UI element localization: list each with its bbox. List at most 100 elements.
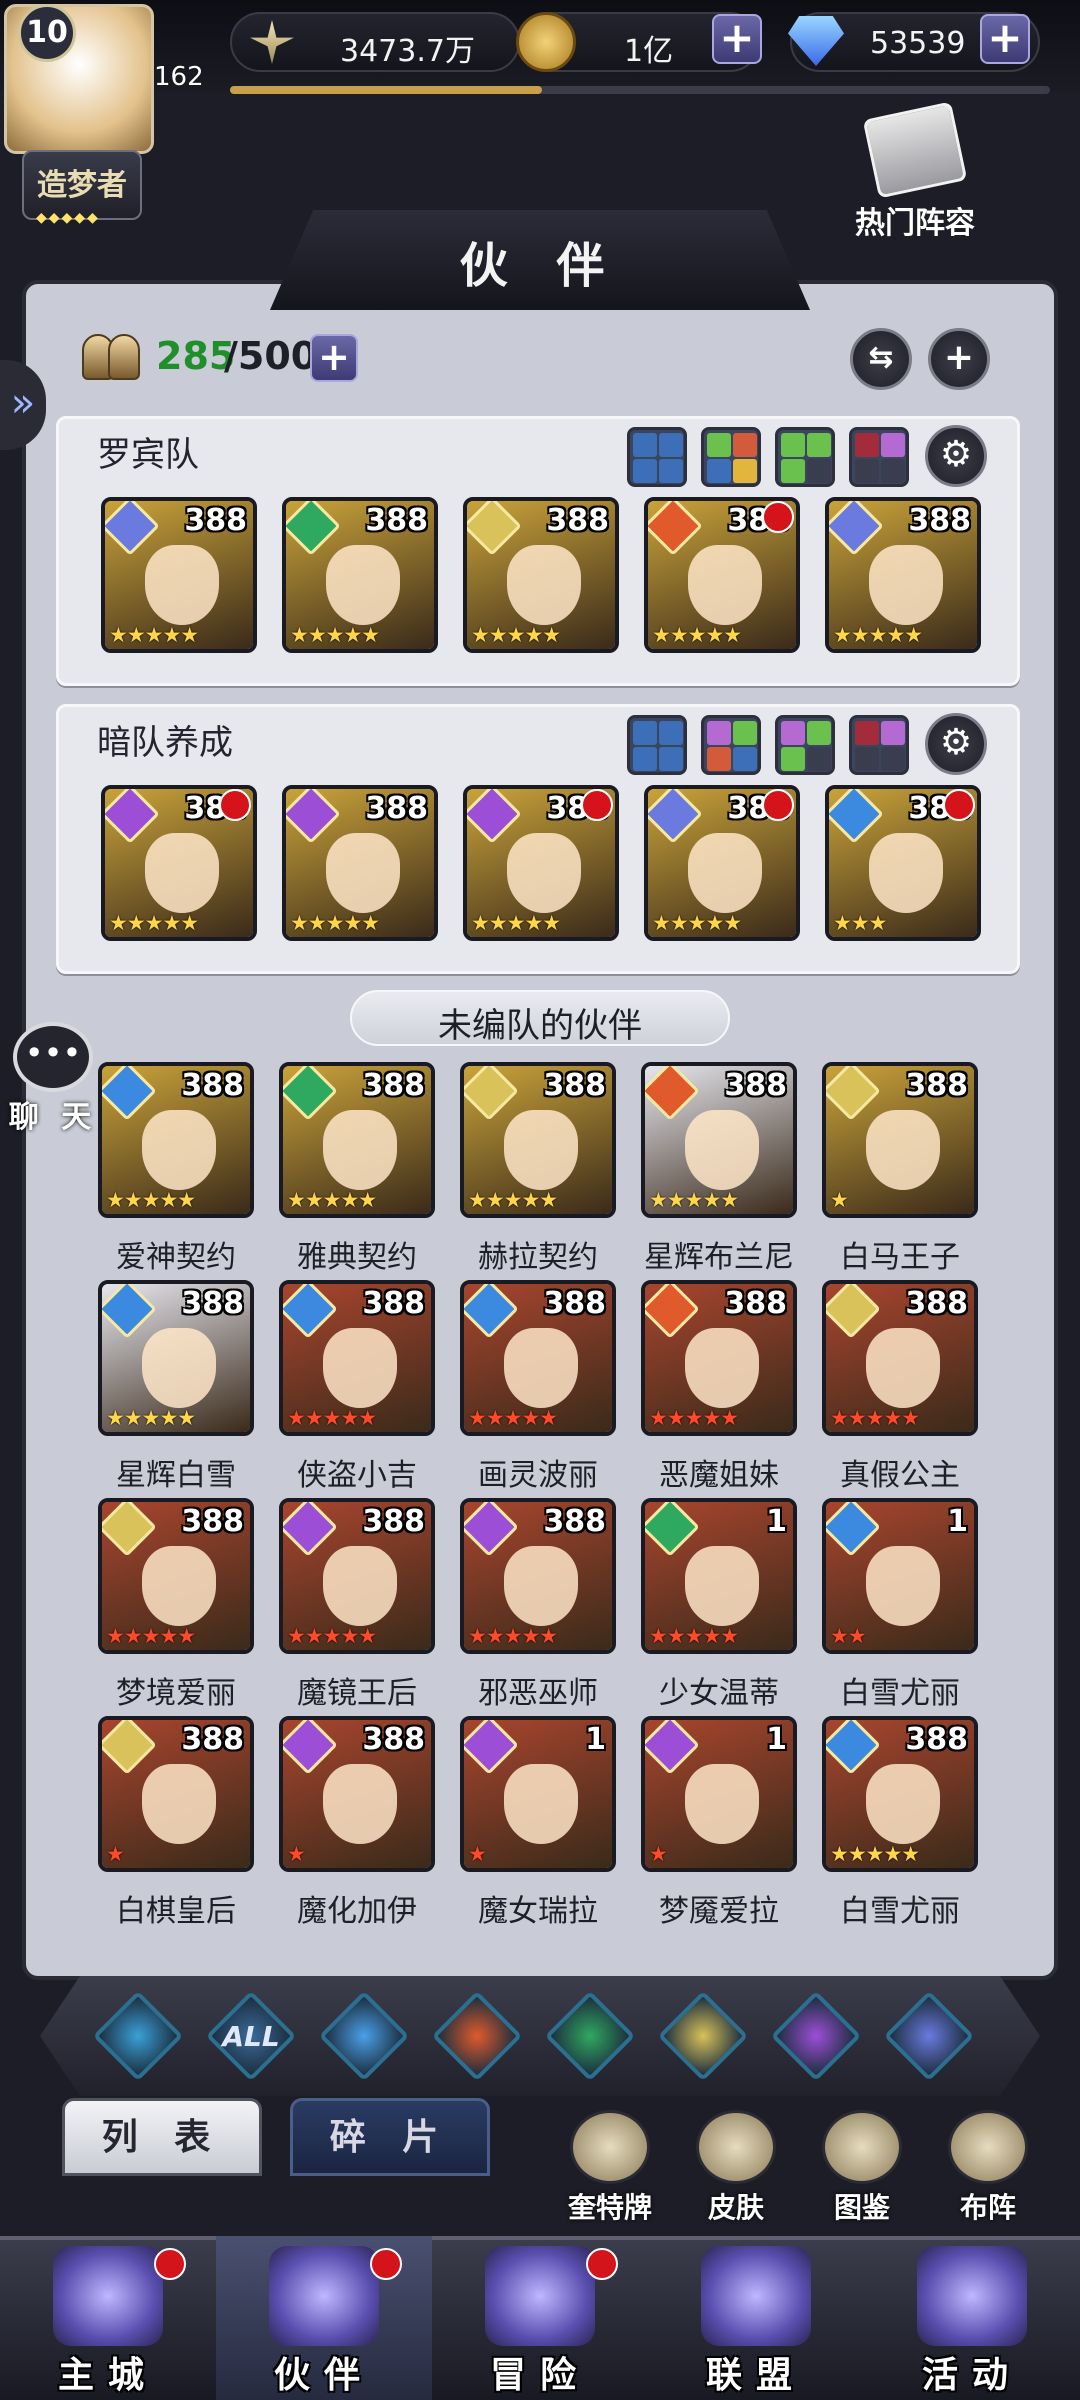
hero-name: 魔镜王后 [297, 1676, 417, 1711]
partners-icon [82, 330, 144, 382]
hero-card[interactable]: 1 ★ [460, 1716, 616, 1872]
skins-button[interactable]: 皮肤 [676, 2110, 796, 2226]
hero-level: 388 [181, 1504, 244, 1539]
tab-shards[interactable]: 碎 片 [290, 2098, 490, 2176]
hero-level: 388 [908, 503, 971, 538]
hero-card[interactable]: 1 ★ [641, 1716, 797, 1872]
formation-icon[interactable] [775, 427, 835, 487]
hero-level: 388 [543, 1068, 606, 1103]
team-settings-button[interactable]: ⚙ [925, 713, 987, 775]
hot-lineup-button[interactable]: 热门阵容 [830, 101, 1000, 250]
hero-level: 388 [543, 1504, 606, 1539]
swap-button[interactable]: ⇆ [850, 328, 912, 390]
hero-card[interactable]: 388 ★★★★★ [282, 785, 438, 941]
formation-icon[interactable] [701, 715, 761, 775]
power-value: 3473.7万 [340, 34, 475, 69]
hero-level: 388 [362, 1286, 425, 1321]
hero-card[interactable]: 388 ★ [822, 1062, 978, 1218]
hero-stars: ★★★★★ [830, 1842, 920, 1866]
nav-alliance-label: 联盟 [705, 2355, 806, 2396]
nav-main-city[interactable]: 主城 [0, 2236, 216, 2400]
add-team-button[interactable]: + [928, 328, 990, 390]
hero-stars: ★★★★★ [287, 1188, 377, 1212]
hero-stars: ★★★★★ [109, 911, 199, 935]
experience-bar [230, 86, 1050, 94]
hero-level: 388 [362, 1504, 425, 1539]
hero-stars: ★★★★★ [290, 623, 380, 647]
team-name: 罗宾队 [97, 435, 199, 475]
nav-adventure[interactable]: 冒险 [432, 2236, 648, 2400]
hero-card[interactable]: 388 ★★★★★ [460, 1062, 616, 1218]
hero-level: 388 [184, 503, 247, 538]
hero-card[interactable]: 388 ★★★★★ [98, 1062, 254, 1218]
hero-stars: ★★ [830, 1624, 867, 1648]
hero-card[interactable]: 388 ★★★★★ [641, 1062, 797, 1218]
hero-card[interactable]: 388 ★★★★★ [644, 497, 800, 653]
gold-value: 1亿 [624, 34, 674, 69]
team-block: 暗队养成 ⚙ 388 ★★★★★ 388 ★★★★★ 388 ★★★★★ 388 ★★★★★ 388… [56, 704, 1020, 974]
hero-name: 魔女瑞拉 [478, 1894, 598, 1929]
hero-card[interactable]: 388 ★★★★★ [98, 1498, 254, 1654]
events-icon [917, 2246, 1027, 2346]
add-gold-button[interactable]: + [712, 14, 762, 64]
hero-card[interactable]: 388 ★★★★★ [822, 1280, 978, 1436]
nav-alliance[interactable]: 联盟 [648, 2236, 864, 2400]
hero-card[interactable]: 388 ★★★★★ [279, 1498, 435, 1654]
hero-name: 画灵波丽 [478, 1458, 598, 1493]
hero-stars: ★★★★★ [290, 911, 380, 935]
formation-icon[interactable] [849, 715, 909, 775]
hero-level: 388 [543, 1286, 606, 1321]
adventure-icon [485, 2246, 595, 2346]
notification-dot [370, 2248, 402, 2280]
card-deck-label: 奎特牌 [567, 2191, 652, 2224]
notification-dot [154, 2248, 186, 2280]
hero-card[interactable]: 388 ★★★★★ [101, 497, 257, 653]
nav-events[interactable]: 活动 [864, 2236, 1080, 2400]
hero-card[interactable]: 388 ★★★★★ [822, 1716, 978, 1872]
formation-icon[interactable] [701, 427, 761, 487]
expand-capacity-button[interactable]: + [310, 334, 358, 382]
add-diamond-button[interactable]: + [980, 14, 1030, 64]
hero-card[interactable]: 388 ★★★★★ [463, 785, 619, 941]
hero-stars: ★★★★★ [649, 1188, 739, 1212]
power-pill: 3473.7万 [230, 12, 520, 72]
hero-stars: ★★★★★ [830, 1406, 920, 1430]
hero-card[interactable]: 388 ★★★★★ [279, 1062, 435, 1218]
hero-card[interactable]: 388 ★★★★★ [463, 497, 619, 653]
hero-card[interactable]: 388 ★ [279, 1716, 435, 1872]
formation-icon[interactable] [849, 427, 909, 487]
formation-button[interactable]: 布阵 [928, 2110, 1048, 2226]
tab-list[interactable]: 列 表 [62, 2098, 262, 2176]
hero-card[interactable]: 388 ★★★★★ [101, 785, 257, 941]
hero-card[interactable]: 1 ★★ [822, 1498, 978, 1654]
player-level-badge: 10 [18, 4, 76, 62]
diamond-icon [788, 16, 844, 66]
hero-card[interactable]: 388 ★★★ [825, 785, 981, 941]
hero-level: 1 [766, 1504, 787, 1539]
card-deck-icon [570, 2110, 650, 2184]
unassigned-label: 未编队的伙伴 [438, 1006, 642, 1046]
hero-card[interactable]: 388 ★ [98, 1716, 254, 1872]
nav-partners[interactable]: 伙伴 [216, 2236, 432, 2400]
hero-card[interactable]: 1 ★★★★★ [641, 1498, 797, 1654]
hero-card[interactable]: 388 ★★★★★ [641, 1280, 797, 1436]
hero-card[interactable]: 388 ★★★★★ [98, 1280, 254, 1436]
hero-card[interactable]: 388 ★★★★★ [460, 1280, 616, 1436]
chat-button[interactable]: ••• 聊 天 [8, 1022, 98, 1135]
hero-name: 白雪尤丽 [840, 1894, 960, 1929]
hero-stars: ★★★★★ [652, 623, 742, 647]
codex-button[interactable]: 图鉴 [802, 2110, 922, 2226]
formation-icon[interactable] [627, 427, 687, 487]
hero-card[interactable]: 388 ★★★★★ [460, 1498, 616, 1654]
formation-icon[interactable] [627, 715, 687, 775]
hero-card[interactable]: 388 ★★★★★ [825, 497, 981, 653]
formation-icon[interactable] [775, 715, 835, 775]
hero-card[interactable]: 388 ★★★★★ [279, 1280, 435, 1436]
book-icon [862, 101, 968, 199]
hero-card[interactable]: 388 ★★★★★ [282, 497, 438, 653]
notification-dot [762, 789, 794, 821]
card-deck-button[interactable]: 奎特牌 [550, 2110, 670, 2226]
hero-card[interactable]: 388 ★★★★★ [644, 785, 800, 941]
team-settings-button[interactable]: ⚙ [925, 425, 987, 487]
hero-name: 赫拉契约 [478, 1240, 598, 1275]
